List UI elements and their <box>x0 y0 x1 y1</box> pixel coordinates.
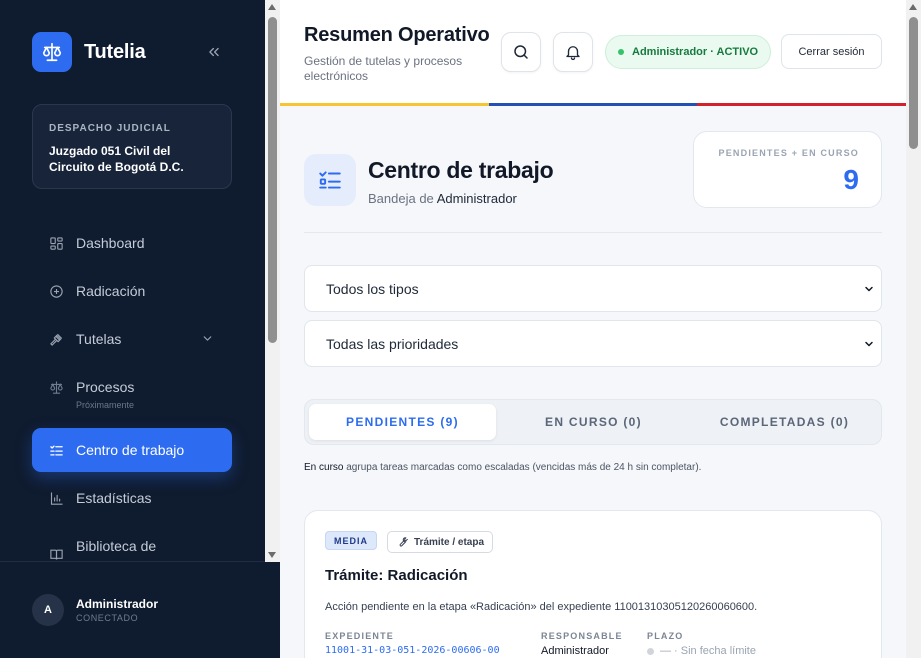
plus-circle-icon <box>48 283 64 299</box>
sidebar-item-dashboard[interactable]: Dashboard <box>32 221 232 265</box>
flag-stripe <box>280 103 907 106</box>
page-subtitle: Gestión de tutelas y procesos electrónic… <box>304 54 463 83</box>
top-header: Resumen Operativo Gestión de tutelas y p… <box>280 0 906 106</box>
sidebar-item-label: Estadísticas <box>76 490 152 506</box>
sidebar-item-label: Biblioteca de <box>76 538 157 554</box>
search-button[interactable] <box>501 32 541 72</box>
main-scroll-thumb[interactable] <box>909 17 918 149</box>
plazo-text: — · Sin fecha límite <box>660 645 756 657</box>
sidebar-scrollbar[interactable] <box>265 0 280 562</box>
priority-badge: MEDIA <box>325 531 377 550</box>
tab-pendientes[interactable]: PENDIENTES (9) <box>309 404 496 440</box>
logout-button[interactable]: Cerrar sesión <box>781 34 882 69</box>
sidebar-item-radicacion[interactable]: Radicación <box>32 269 232 313</box>
count-label: PENDIENTES + EN CURSO <box>718 148 859 158</box>
court-kicker: DESPACHO JUDICIAL <box>49 123 171 134</box>
tab-en-curso[interactable]: EN CURSO (0) <box>500 404 687 440</box>
task-card[interactable]: MEDIA Trámite / etapa Trámite: Radicació… <box>304 510 882 658</box>
pending-count-card: PENDIENTES + EN CURSO 9 <box>693 131 882 208</box>
court-name: Juzgado 051 Civil del Circuito de Bogotá… <box>49 144 184 174</box>
sidebar-item-label: Radicación <box>76 283 146 299</box>
user-status: CONECTADO <box>76 613 139 623</box>
inbox-user: Administrador <box>436 191 517 206</box>
sidebar-item-estadisticas[interactable]: Estadísticas <box>32 476 232 520</box>
bell-icon <box>566 46 580 61</box>
tabs-hint: En curso agrupa tareas marcadas como esc… <box>304 462 701 473</box>
type-filter-value: Todos los tipos <box>326 280 419 297</box>
sidebar-item-label: Tutelas <box>76 331 122 347</box>
expediente-label: EXPEDIENTE <box>325 631 395 641</box>
responsable-label: RESPONSABLE <box>541 631 623 641</box>
dashboard-icon <box>48 235 64 251</box>
role-status-badge: Administrador · ACTIVO <box>605 35 772 69</box>
scale-logo-icon <box>32 32 72 72</box>
work-center-subtitle: Bandeja de Administrador <box>368 191 517 206</box>
flag-stripe-yellow <box>280 103 489 106</box>
task-type-badge: Trámite / etapa <box>387 531 494 553</box>
sidebar-item-label: Centro de trabajo <box>76 442 185 458</box>
brand-name: Tutelia <box>84 40 146 63</box>
divider <box>304 232 882 233</box>
bar-chart-icon <box>48 490 64 506</box>
sidebar-item-procesos-sub: Próximamente <box>76 400 135 410</box>
brand[interactable]: Tutelia <box>32 32 146 72</box>
book-icon <box>48 546 64 562</box>
main-scrollbar[interactable] <box>906 0 921 658</box>
hint-strong: En curso <box>304 462 344 473</box>
search-icon <box>514 45 528 59</box>
tab-completadas[interactable]: COMPLETADAS (0) <box>691 404 878 440</box>
plazo-value: — · Sin fecha límite <box>647 645 756 657</box>
inbox-prefix: Bandeja de <box>368 191 434 206</box>
sidebar-item-tutelas[interactable]: Tutelas <box>32 317 232 361</box>
priority-filter-select[interactable]: Todas las prioridades <box>304 320 882 367</box>
flag-stripe-blue <box>488 103 698 106</box>
type-filter-select[interactable]: Todos los tipos <box>304 265 882 312</box>
task-type-label: Trámite / etapa <box>414 536 485 548</box>
double-chevron-left-icon <box>209 47 219 57</box>
responsable-value: Administrador <box>541 645 609 657</box>
sidebar-item-label: Dashboard <box>76 235 145 251</box>
chevron-down-icon <box>865 286 873 292</box>
hint-rest: agrupa tareas marcadas como escaladas (v… <box>346 462 702 473</box>
status-dot-icon <box>618 49 624 55</box>
avatar[interactable]: A <box>32 594 64 626</box>
deadline-dot-icon <box>647 647 654 655</box>
sidebar-item-centro-de-trabajo[interactable]: Centro de trabajo <box>32 428 232 472</box>
plazo-label: PLAZO <box>647 631 684 641</box>
work-center-title: Centro de trabajo <box>368 157 554 183</box>
sidebar-footer-filler <box>265 562 280 658</box>
court-card: DESPACHO JUDICIAL Juzgado 051 Civil del … <box>32 104 232 189</box>
scale-icon <box>48 379 64 395</box>
sidebar-scroll-thumb[interactable] <box>268 17 277 343</box>
notifications-button[interactable] <box>553 32 593 72</box>
sidebar: Tutelia DESPACHO JUDICIAL Juzgado 051 Ci… <box>0 0 280 658</box>
checklist-icon <box>48 442 64 458</box>
count-value: 9 <box>843 164 859 195</box>
collapse-sidebar-button[interactable] <box>205 42 223 62</box>
role-status-text: Administrador · ACTIVO <box>632 46 759 58</box>
chevron-down-icon <box>865 341 873 347</box>
expediente-link[interactable]: 11001-31-03-051-2026-00606-00 <box>325 645 500 656</box>
page-title: Resumen Operativo <box>304 24 490 46</box>
chevron-down-icon <box>203 336 212 341</box>
status-tabs: PENDIENTES (9) EN CURSO (0) COMPLETADAS … <box>304 399 882 445</box>
scroll-down-arrow-icon[interactable] <box>268 552 276 558</box>
scroll-up-arrow-icon[interactable] <box>268 4 276 10</box>
flag-stripe-red <box>697 103 907 106</box>
checklist-icon <box>304 154 356 206</box>
priority-filter-value: Todas las prioridades <box>326 335 459 352</box>
scroll-up-arrow-icon[interactable] <box>909 4 917 10</box>
sidebar-divider <box>0 561 280 562</box>
gavel-icon <box>48 331 64 347</box>
wrench-icon <box>396 536 408 548</box>
sidebar-item-label: Procesos <box>76 379 135 395</box>
user-name: Administrador <box>76 597 159 611</box>
task-description: Acción pendiente en la etapa «Radicación… <box>325 601 758 613</box>
task-title[interactable]: Trámite: Radicación <box>325 567 468 584</box>
